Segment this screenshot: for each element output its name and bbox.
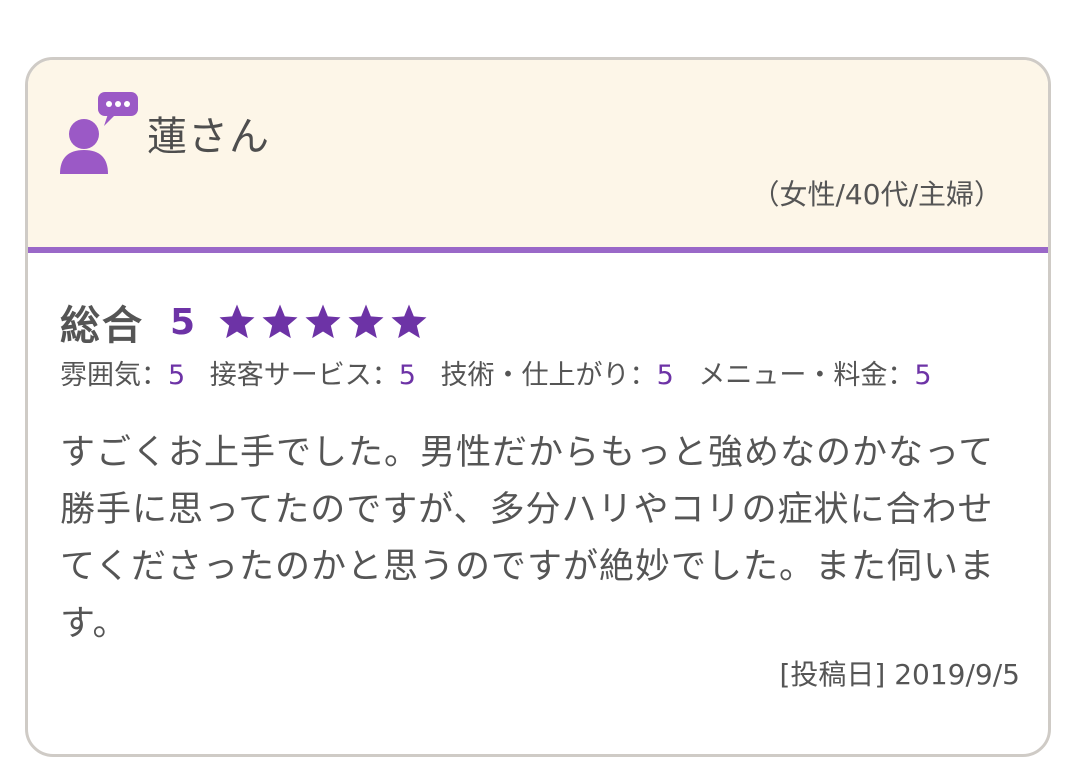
rating-service: 接客サービス：5 <box>210 360 416 391</box>
star-icon <box>262 304 298 339</box>
rating-atmosphere: 雰囲気：5 <box>60 360 185 391</box>
overall-score: 5 <box>170 301 196 343</box>
posted-date: [投稿日] 2019/9/5 <box>779 658 1020 691</box>
rating-menu-price: メニュー・料金：5 <box>698 360 931 391</box>
reviewer-meta: （女性/40代/主婦） <box>751 178 1003 211</box>
user-chat-icon <box>60 92 138 174</box>
overall-rating: 総合 5 <box>60 293 432 351</box>
rating-technique: 技術・仕上がり：5 <box>441 360 674 391</box>
reviewer-name: 蓮さん <box>147 114 270 160</box>
star-icon <box>219 304 255 339</box>
star-icon <box>391 304 427 339</box>
star-icon <box>348 304 384 339</box>
rating-label: 接客サービス： <box>209 360 399 391</box>
rating-value: 5 <box>914 360 932 391</box>
rating-label: メニュー・料金： <box>698 360 915 391</box>
rating-label: 雰囲気： <box>60 360 168 391</box>
star-rating <box>217 302 432 342</box>
rating-value: 5 <box>398 360 416 391</box>
overall-label: 総合 <box>60 303 144 349</box>
rating-value: 5 <box>168 360 186 391</box>
rating-label: 技術・仕上がり： <box>440 360 657 391</box>
review-header: 蓮さん （女性/40代/主婦） <box>28 60 1048 253</box>
star-icon <box>305 304 341 339</box>
review-comment: すごくお上手でした。男性だからもっと強めなのかなって勝手に思ってたのですが、多分… <box>60 433 995 644</box>
review-card: 蓮さん （女性/40代/主婦） 総合 5 雰囲気：5 接客サービス：5 技術・仕… <box>25 57 1051 757</box>
sub-ratings: 雰囲気：5 接客サービス：5 技術・仕上がり：5 メニュー・料金：5 <box>60 353 948 392</box>
rating-value: 5 <box>656 360 674 391</box>
